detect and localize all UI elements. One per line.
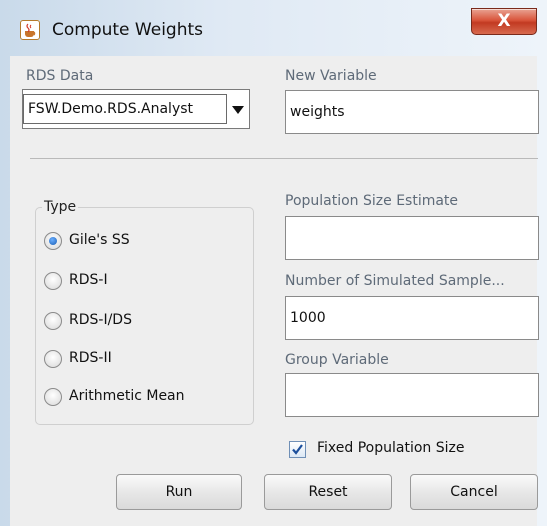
radio-label: Arithmetic Mean xyxy=(69,388,185,404)
rds-data-selected-value: FSW.Demo.RDS.Analyst xyxy=(23,94,227,124)
type-group-title: Type xyxy=(42,199,79,215)
new-variable-input[interactable]: weights xyxy=(285,90,539,134)
chevron-down-icon[interactable] xyxy=(232,106,244,114)
run-button[interactable]: Run xyxy=(116,474,242,510)
simulated-samples-label: Number of Simulated Sample... xyxy=(285,273,505,289)
close-button[interactable]: X xyxy=(471,8,537,35)
group-variable-label: Group Variable xyxy=(285,352,389,368)
radio-label: RDS-II xyxy=(69,350,112,366)
java-cup-icon xyxy=(20,20,40,40)
window-title: Compute Weights xyxy=(52,20,204,40)
reset-button[interactable]: Reset xyxy=(264,474,392,510)
fixed-population-label: Fixed Population Size xyxy=(317,440,465,456)
radio-button[interactable] xyxy=(44,312,62,330)
radio-button-selected[interactable] xyxy=(44,232,62,250)
population-size-input[interactable] xyxy=(285,216,539,260)
compute-weights-dialog: Compute Weights X RDS Data FSW.Demo.RDS.… xyxy=(0,0,547,526)
radio-button[interactable] xyxy=(44,350,62,368)
close-icon: X xyxy=(497,11,511,31)
cancel-button[interactable]: Cancel xyxy=(410,474,538,510)
radio-label: RDS-I/DS xyxy=(69,312,132,328)
radio-label: Gile's SS xyxy=(69,232,130,248)
title-bar[interactable]: Compute Weights X xyxy=(0,0,547,50)
checkmark-icon xyxy=(292,444,303,455)
population-size-label: Population Size Estimate xyxy=(285,193,459,209)
group-variable-input[interactable] xyxy=(285,373,539,417)
rds-data-select[interactable]: FSW.Demo.RDS.Analyst xyxy=(22,89,250,129)
radio-button[interactable] xyxy=(44,388,62,406)
fixed-population-checkbox[interactable] xyxy=(289,441,306,458)
simulated-samples-input[interactable]: 1000 xyxy=(285,296,539,340)
rds-data-label: RDS Data xyxy=(26,68,94,84)
divider xyxy=(30,158,538,159)
radio-label: RDS-I xyxy=(69,272,108,288)
new-variable-label: New Variable xyxy=(285,68,377,84)
radio-button[interactable] xyxy=(44,272,62,290)
